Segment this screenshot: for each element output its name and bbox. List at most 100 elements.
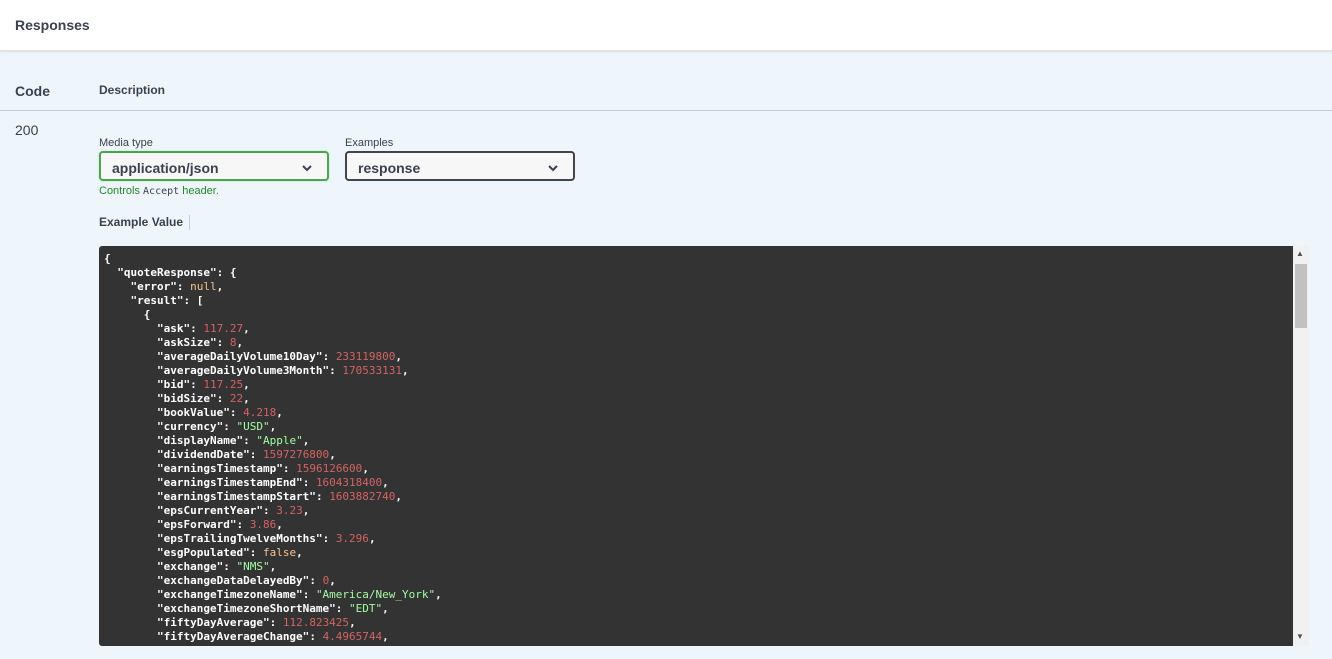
json-punct: , bbox=[329, 448, 336, 461]
json-key: "bid" bbox=[156, 378, 191, 391]
json-key: "averageDailyVolume3Month" bbox=[156, 364, 330, 377]
json-value: { bbox=[104, 252, 111, 265]
example-json-code-block: { "quoteResponse": { "error": null, "res… bbox=[99, 246, 1309, 646]
controls-accept-hint: Controls Accept header. bbox=[99, 185, 219, 197]
json-punct: , bbox=[349, 616, 356, 629]
json-punct: , bbox=[243, 392, 250, 405]
json-key: "ask" bbox=[156, 322, 191, 335]
json-key: "result" bbox=[130, 294, 184, 307]
json-value: 3.296 bbox=[335, 532, 369, 545]
json-line: "earningsTimestampEnd": 1604318400, bbox=[156, 476, 389, 489]
json-key: "epsCurrentYear" bbox=[156, 504, 263, 517]
example-value-tab[interactable]: Example Value bbox=[99, 215, 191, 230]
json-line: "bookValue": 4.218, bbox=[156, 406, 283, 419]
json-line: "quoteResponse": { bbox=[117, 266, 237, 279]
json-value: { bbox=[229, 266, 237, 279]
json-key: "averageDailyVolume10Day" bbox=[156, 350, 323, 363]
json-punct: , bbox=[216, 280, 224, 293]
json-line: "averageDailyVolume10Day": 233119800, bbox=[156, 350, 403, 363]
json-punct: , bbox=[236, 336, 244, 349]
json-line: "dividendDate": 1597276800, bbox=[156, 448, 336, 461]
json-key: "exchangeTimezoneShortName" bbox=[156, 602, 336, 615]
description-column-header: Description bbox=[99, 83, 166, 97]
json-key: "epsTrailingTwelveMonths" bbox=[156, 532, 323, 545]
json-line: "ask": 117.27, bbox=[156, 322, 250, 335]
json-punct: , bbox=[368, 532, 376, 545]
json-value: 170533131 bbox=[342, 364, 403, 377]
json-key: "exchangeTimezoneName" bbox=[156, 588, 303, 601]
responses-title: Responses bbox=[15, 17, 90, 33]
json-punct: , bbox=[276, 518, 283, 531]
json-key: "exchangeDataDelayedBy" bbox=[156, 574, 310, 587]
accept-code: Accept bbox=[143, 186, 180, 197]
json-value: 3.23 bbox=[276, 504, 303, 517]
json-key: "bidSize" bbox=[156, 392, 217, 405]
json-line: "askSize": 8, bbox=[156, 336, 244, 349]
json-line: "currency": "USD", bbox=[156, 420, 277, 433]
json-line: { bbox=[104, 308, 1309, 322]
json-key: "displayName" bbox=[156, 434, 244, 447]
json-key: "epsForward" bbox=[156, 518, 237, 531]
json-line: "result": [ bbox=[130, 294, 204, 307]
json-key: "askSize" bbox=[156, 336, 217, 349]
json-punct: , bbox=[395, 350, 403, 363]
json-key: "quoteResponse" bbox=[117, 266, 217, 279]
json-key: "currency" bbox=[156, 420, 224, 433]
json-line: "epsTrailingTwelveMonths": 3.296, bbox=[156, 532, 376, 545]
examples-value: response bbox=[358, 160, 421, 176]
json-value: 117.27 bbox=[203, 322, 244, 335]
json-value: 112.823425 bbox=[282, 616, 350, 629]
json-value: 1597276800 bbox=[262, 448, 330, 461]
media-type-label: Media type bbox=[99, 137, 153, 149]
controls-prefix: Controls bbox=[99, 185, 144, 197]
json-punct: , bbox=[329, 574, 336, 587]
json-punct: , bbox=[269, 420, 277, 433]
json-value: "EDT" bbox=[349, 602, 383, 615]
json-line: "error": null, bbox=[130, 280, 224, 293]
json-punct: , bbox=[362, 462, 369, 475]
json-punct: , bbox=[296, 546, 303, 559]
json-line: "exchangeTimezoneName": "America/New_Yor… bbox=[156, 588, 442, 601]
media-type-select[interactable]: application/json bbox=[99, 151, 329, 181]
json-key: "fiftyDayAverageChange" bbox=[156, 630, 310, 643]
json-punct: , bbox=[382, 602, 389, 615]
scroll-up-arrow-icon[interactable]: ▲ bbox=[1296, 249, 1304, 259]
json-punct: , bbox=[382, 630, 389, 643]
json-key: "earningsTimestamp" bbox=[156, 462, 283, 475]
json-key: "dividendDate" bbox=[156, 448, 250, 461]
json-line: "bid": 117.25, bbox=[156, 378, 250, 391]
json-line: "exchangeTimezoneShortName": "EDT", bbox=[156, 602, 389, 615]
json-punct: , bbox=[382, 476, 389, 489]
scroll-down-arrow-icon[interactable]: ▼ bbox=[1296, 632, 1304, 642]
json-line: "earningsTimestamp": 1596126600, bbox=[156, 462, 369, 475]
examples-select[interactable]: response bbox=[345, 151, 575, 181]
json-key: "fiftyDayAverage" bbox=[156, 616, 270, 629]
json-value: { bbox=[143, 308, 151, 321]
json-key: "bookValue" bbox=[156, 406, 230, 419]
json-line: "bidSize": 22, bbox=[156, 392, 250, 405]
json-value: 4.218 bbox=[243, 406, 277, 419]
code-scrollbar-thumb[interactable] bbox=[1295, 264, 1307, 328]
json-punct: , bbox=[402, 364, 409, 377]
json-line: "fiftyDayAverageChange": 4.4965744, bbox=[156, 630, 389, 643]
media-type-value: application/json bbox=[112, 160, 219, 176]
json-punct: , bbox=[302, 504, 310, 517]
json-value: "America/New_York" bbox=[315, 588, 436, 601]
json-punct: , bbox=[243, 322, 250, 335]
json-line: "displayName": "Apple", bbox=[156, 434, 310, 447]
json-punct: , bbox=[435, 588, 442, 601]
json-value: 1603882740 bbox=[329, 490, 396, 503]
json-punct: , bbox=[276, 406, 283, 419]
json-value: 233119800 bbox=[335, 350, 396, 363]
controls-suffix: header. bbox=[179, 185, 219, 197]
code-column-header: Code bbox=[15, 83, 50, 99]
json-line: "earningsTimestampStart": 1603882740, bbox=[156, 490, 403, 503]
json-value: 117.25 bbox=[203, 378, 244, 391]
chevron-down-icon bbox=[548, 165, 558, 172]
json-value: "USD" bbox=[236, 420, 270, 433]
json-punct: , bbox=[269, 560, 277, 573]
examples-label: Examples bbox=[345, 137, 394, 149]
json-value: [ bbox=[196, 294, 204, 307]
json-punct: , bbox=[395, 490, 403, 503]
json-value: 3.86 bbox=[249, 518, 277, 531]
